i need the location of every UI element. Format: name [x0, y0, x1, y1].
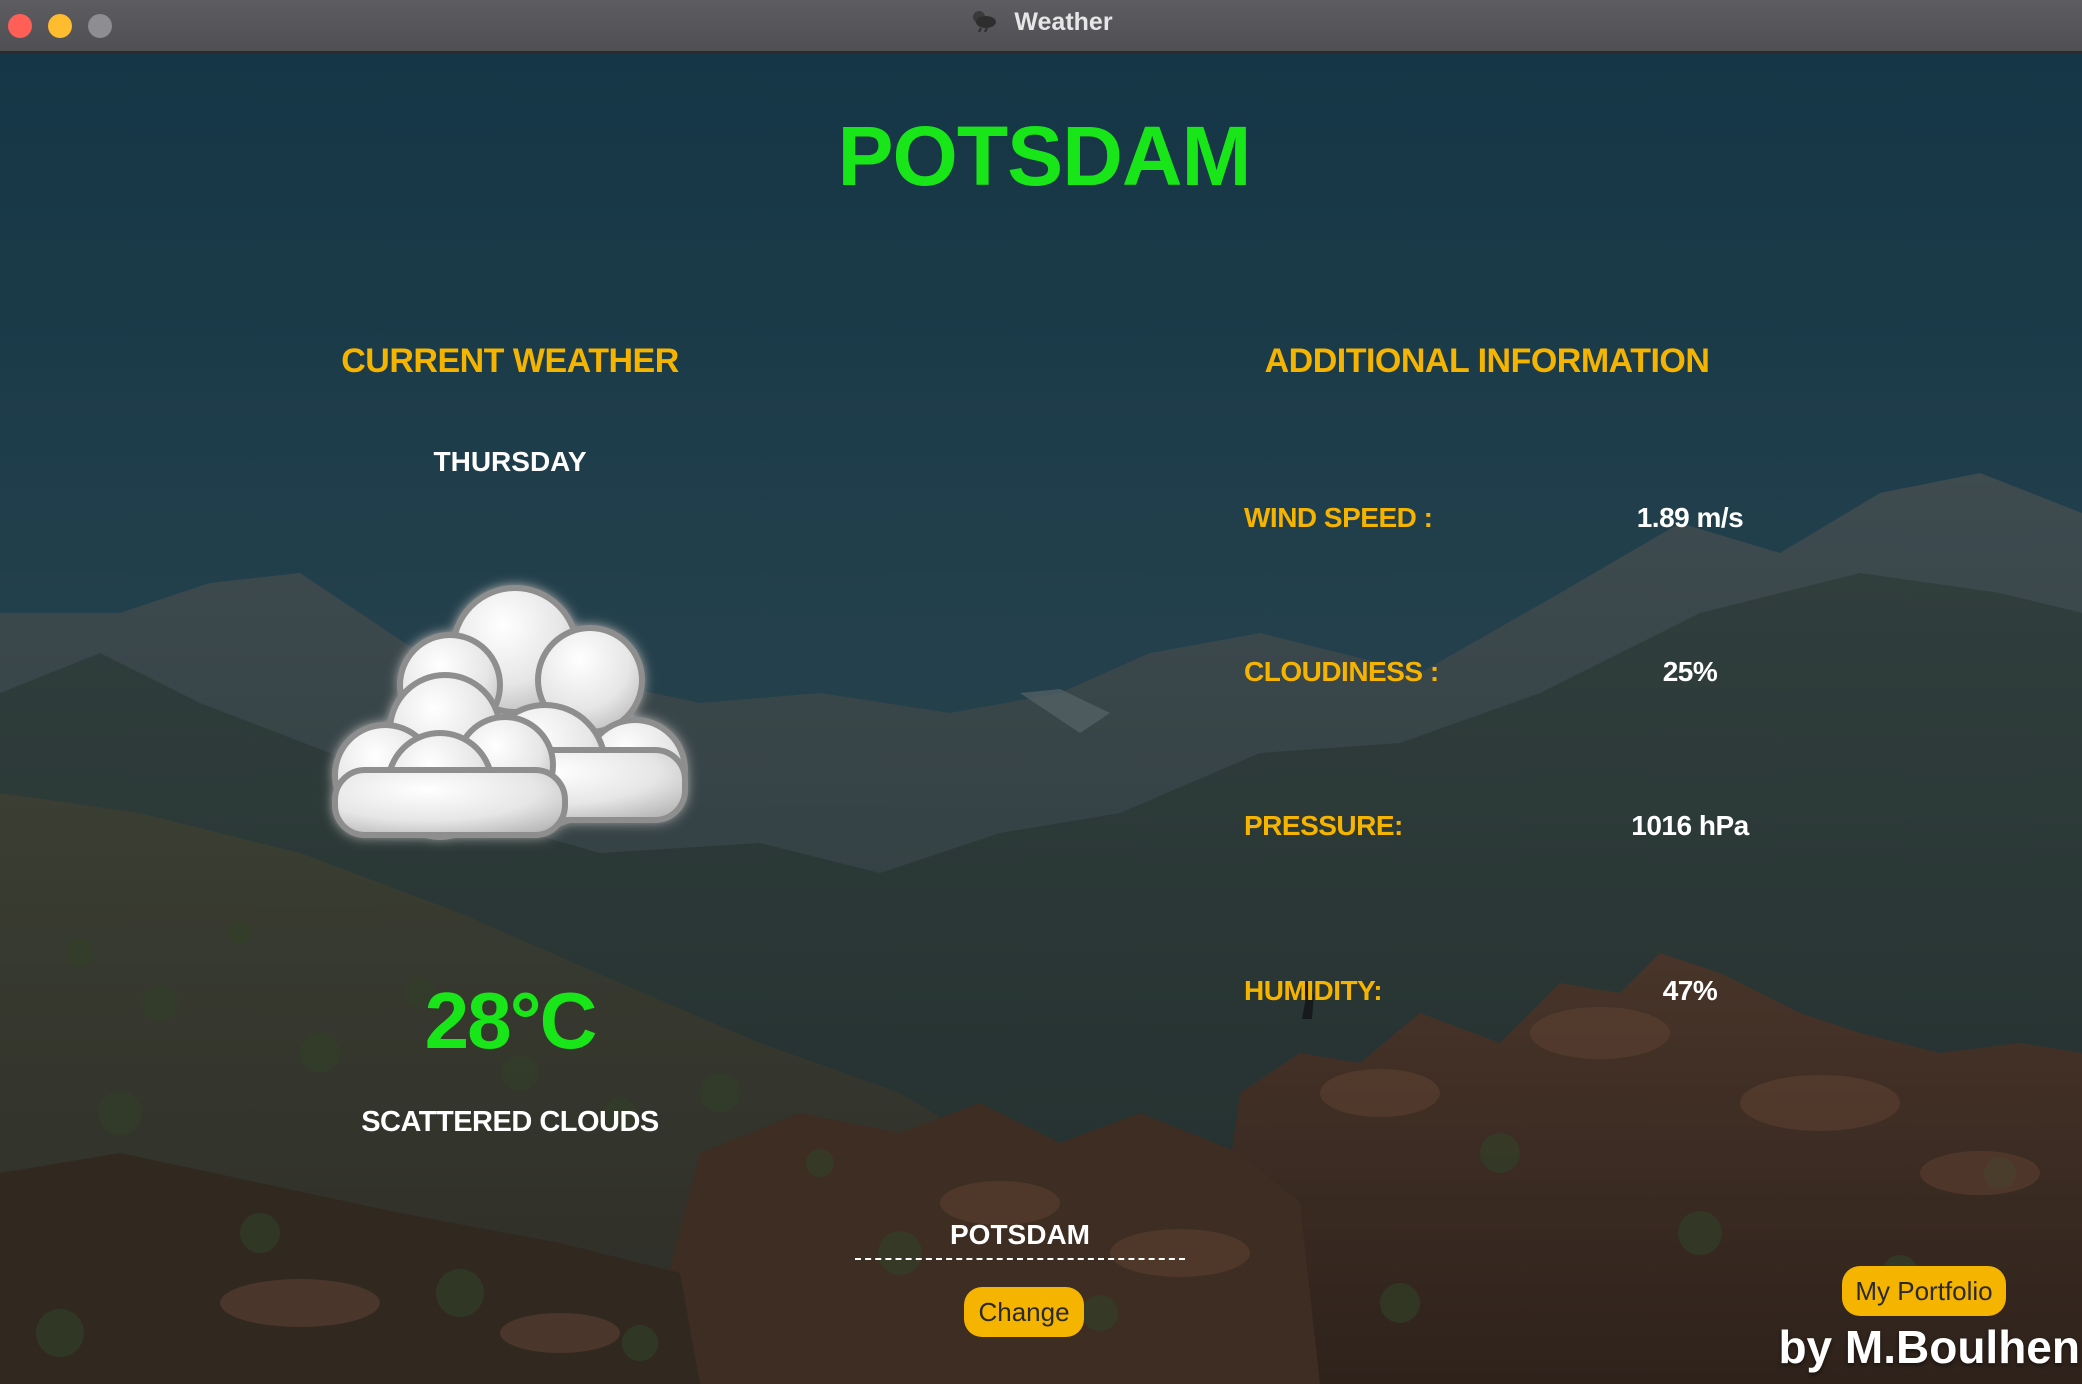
additional-info-heading: ADDITIONAL INFORMATION	[1264, 342, 1710, 380]
day-label: THURSDAY	[433, 446, 587, 477]
temperature-value: 28°C	[424, 976, 598, 1065]
wind-speed-label: WIND SPEED :	[1244, 502, 1433, 533]
change-city-button[interactable]: Change	[964, 1287, 1084, 1337]
pressure-value: 1016 hPa	[1631, 810, 1749, 841]
wind-speed-value: 1.89 m/s	[1636, 502, 1744, 533]
weather-app-icon	[973, 11, 997, 33]
current-weather-heading: CURRENT WEATHER	[341, 342, 679, 380]
pressure-label: PRESSURE:	[1244, 810, 1403, 841]
weather-description: SCATTERED CLOUDS	[361, 1106, 659, 1138]
city-input[interactable]	[855, 1212, 1185, 1260]
cloudiness-label: CLOUDINESS :	[1244, 656, 1439, 687]
my-portfolio-button[interactable]: My Portfolio	[1842, 1266, 2006, 1316]
window-title: Weather	[1014, 8, 1113, 36]
scattered-clouds-icon	[300, 570, 720, 870]
cloudiness-value: 25%	[1662, 656, 1718, 687]
humidity-value: 47%	[1662, 975, 1718, 1006]
author-byline: by M.Boulhen	[1778, 1321, 2080, 1373]
weather-window: Weather POTSDAM CURRENT WEATHER THURSDAY	[0, 0, 2082, 1384]
city-title: POTSDAM	[837, 109, 1252, 203]
title-bar: Weather	[0, 0, 2082, 53]
humidity-label: HUMIDITY:	[1244, 975, 1383, 1006]
